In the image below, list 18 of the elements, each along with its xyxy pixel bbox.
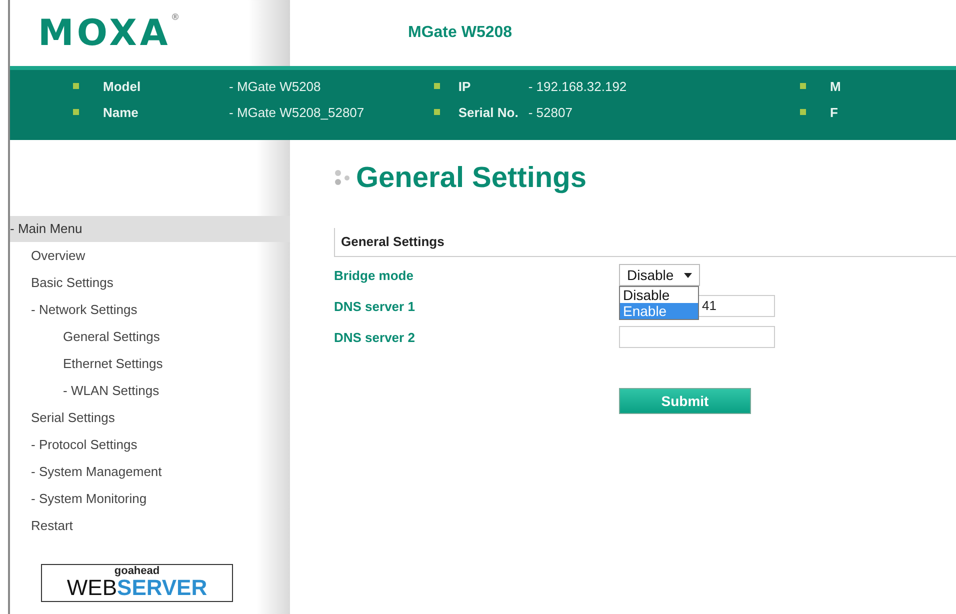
webserver-badge: goahead WEBSERVER: [41, 564, 233, 602]
info-label: IP: [458, 78, 472, 94]
info-value: - MGate W5208: [229, 78, 321, 94]
info-value: - MGate W5208_52807: [229, 104, 364, 120]
info-value: - 192.168.32.192: [528, 78, 627, 94]
info-value: - 52807: [528, 104, 572, 120]
section-header: General Settings: [334, 228, 956, 257]
info-label: Model: [103, 78, 142, 94]
field-label: DNS server 2: [334, 330, 416, 344]
info-label: Serial No.: [458, 104, 520, 120]
product-title: MGate W5208: [408, 24, 512, 42]
page-title: General Settings: [356, 162, 586, 194]
field-label: Bridge mode: [334, 268, 414, 282]
info-label: M: [830, 78, 842, 94]
field-label: DNS server 1: [334, 298, 416, 314]
info-label: Name: [103, 104, 140, 120]
info-label: F: [830, 104, 839, 120]
moxa-logo: MOXA$^{®}$: [38, 12, 180, 54]
